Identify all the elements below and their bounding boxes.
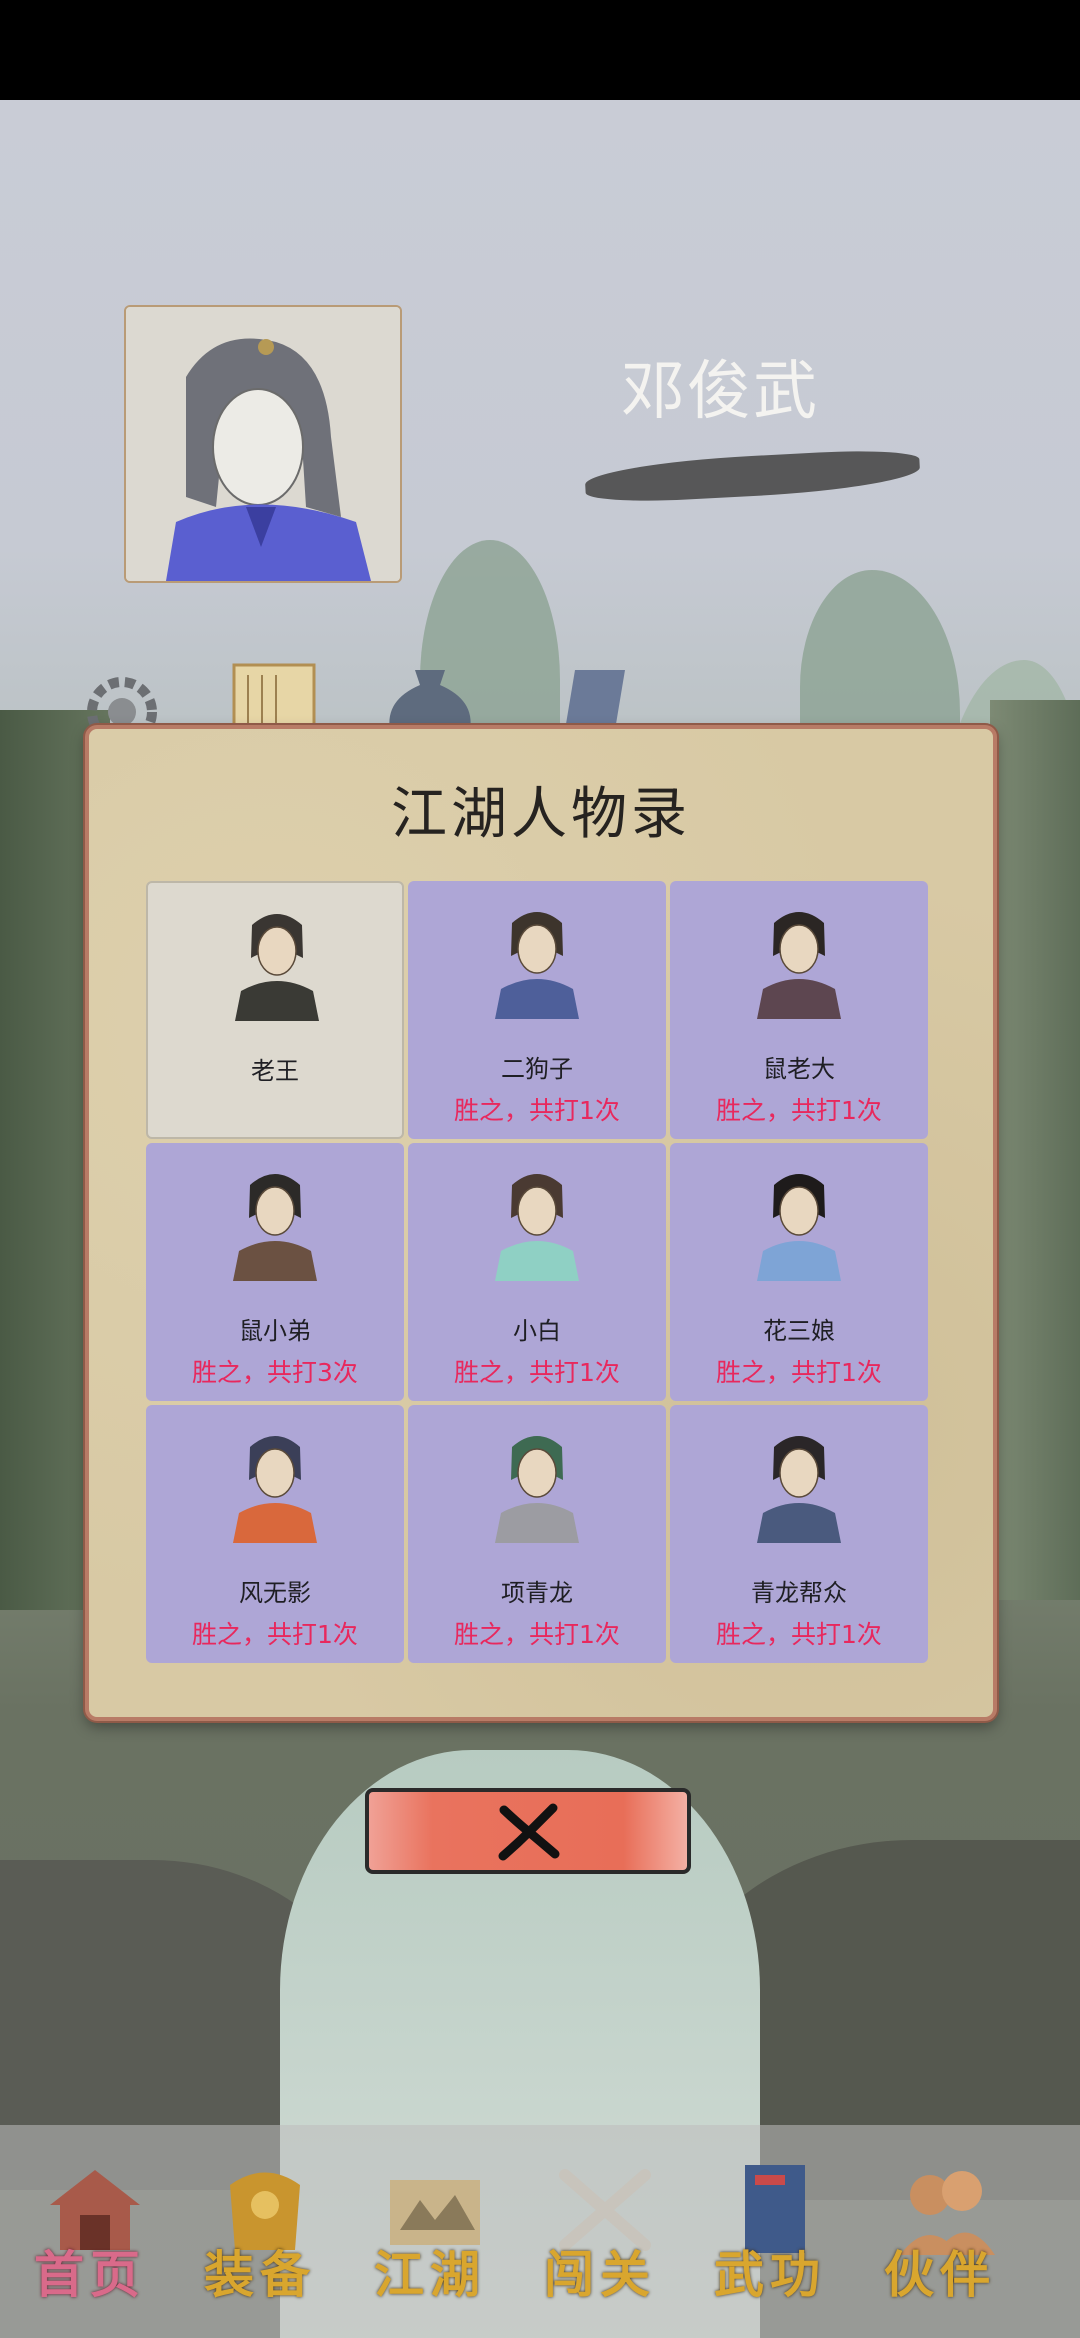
character-card[interactable]: 鼠小弟胜之，共打3次 — [146, 1143, 404, 1401]
nav-label: 闯关 — [544, 2245, 656, 2304]
character-grid: 老王 二狗子 胜之，共打1次 鼠老大 胜之，共打1次 鼠小弟 胜之，共打3次 小白 胜之，共打1… — [146, 881, 936, 1671]
character-portrait-icon — [495, 1174, 579, 1281]
x-icon — [498, 1803, 560, 1861]
battle-record: 胜之，共打1次 — [716, 1358, 882, 1387]
character-card[interactable]: 二狗子胜之，共打1次 — [408, 881, 666, 1139]
character-card[interactable]: 青龙帮众胜之，共打1次 — [670, 1405, 928, 1663]
character-roster-modal: 江湖人物录 老王 二狗子 胜之，共打1次 鼠老大 胜之，共打1次 鼠小弟 胜之，共打3次 小白… — [85, 725, 997, 1721]
nav-label: 武功 — [714, 2245, 826, 2304]
battle-record: 胜之，共打1次 — [716, 1620, 882, 1649]
character-portrait-icon — [757, 1436, 841, 1543]
player-portrait-icon — [126, 307, 400, 581]
character-card[interactable]: 项青龙胜之，共打1次 — [408, 1405, 666, 1663]
character-name: 小白 — [513, 1317, 561, 1345]
character-card[interactable]: 风无影胜之，共打1次 — [146, 1405, 404, 1663]
character-card[interactable]: 老王 — [146, 881, 404, 1139]
character-portrait-icon — [235, 914, 319, 1021]
character-name: 二狗子 — [501, 1055, 573, 1083]
character-portrait-icon — [233, 1174, 317, 1281]
character-portrait-icon — [757, 912, 841, 1019]
character-portrait-icon — [233, 1436, 317, 1543]
battle-record: 胜之，共打1次 — [454, 1096, 620, 1125]
battle-record: 胜之，共打1次 — [716, 1096, 882, 1125]
character-name: 青龙帮众 — [751, 1579, 847, 1607]
character-name: 项青龙 — [501, 1579, 573, 1607]
player-name: 邓俊武 — [621, 355, 819, 429]
cliff-right — [990, 700, 1080, 1600]
close-button[interactable] — [365, 1788, 691, 1874]
character-portrait-icon — [495, 912, 579, 1019]
bottom-nav: 首页 装备 江湖 闯关 武功 伙伴 — [0, 2125, 1080, 2338]
character-portrait-icon — [495, 1436, 579, 1543]
character-name: 风无影 — [239, 1579, 311, 1607]
nav-item-swords[interactable]: 闯关 — [515, 2125, 685, 2338]
character-card[interactable]: 鼠老大胜之，共打1次 — [670, 881, 928, 1139]
nav-item-companions[interactable]: 伙伴 — [855, 2125, 1025, 2338]
character-portrait-icon — [757, 1174, 841, 1281]
character-card[interactable]: 花三娘胜之，共打1次 — [670, 1143, 928, 1401]
battle-record: 胜之，共打3次 — [192, 1358, 358, 1387]
scroll-icon[interactable] — [228, 655, 320, 730]
nav-item-book[interactable]: 武功 — [685, 2125, 855, 2338]
nav-label: 装备 — [204, 2245, 316, 2304]
modal-title: 江湖人物录 — [391, 782, 691, 847]
battle-record: 胜之，共打1次 — [192, 1620, 358, 1649]
nav-label: 伙伴 — [884, 2245, 996, 2304]
character-name: 花三娘 — [763, 1317, 835, 1345]
battle-record: 胜之，共打1次 — [454, 1358, 620, 1387]
player-avatar[interactable] — [124, 305, 402, 583]
character-card[interactable]: 小白胜之，共打1次 — [408, 1143, 666, 1401]
nav-item-map-scroll[interactable]: 江湖 — [345, 2125, 515, 2338]
status-bar — [0, 0, 1080, 100]
character-name: 老王 — [251, 1057, 299, 1085]
nav-item-house[interactable]: 首页 — [5, 2125, 175, 2338]
nav-label: 江湖 — [374, 2245, 486, 2304]
character-name: 鼠老大 — [763, 1055, 835, 1083]
book-icon[interactable] — [560, 665, 630, 730]
battle-record: 胜之，共打1次 — [454, 1620, 620, 1649]
bag-icon[interactable] — [380, 660, 480, 730]
nav-item-armor[interactable]: 装备 — [175, 2125, 345, 2338]
nav-label: 首页 — [34, 2245, 146, 2304]
character-name: 鼠小弟 — [239, 1317, 311, 1345]
